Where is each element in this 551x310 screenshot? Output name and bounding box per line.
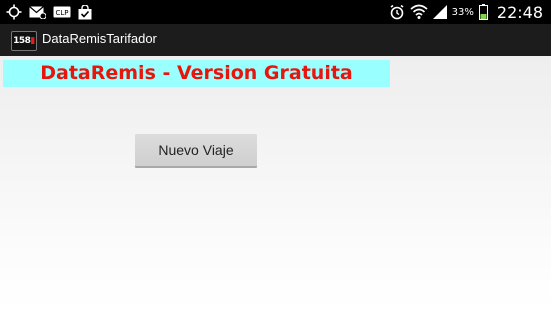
clip-icon: CLP xyxy=(53,6,71,18)
notification-icons: CLP xyxy=(6,3,92,21)
system-icons: 33% 22:48 xyxy=(389,0,543,24)
mail-icon xyxy=(29,5,46,19)
alarm-icon xyxy=(389,4,405,20)
action-bar: 158▮ DataRemisTarifador xyxy=(0,24,551,56)
clock-time: 22:48 xyxy=(496,2,543,22)
clip-label: CLP xyxy=(55,9,68,17)
app-title: DataRemisTarifador xyxy=(42,31,157,46)
gps-icon xyxy=(6,4,22,20)
status-bar: CLP 33% 22:48 xyxy=(0,0,551,24)
banner-text: DataRemis - Version Gratuita xyxy=(40,62,353,84)
app-icon[interactable]: 158▮ xyxy=(11,31,37,51)
new-trip-button[interactable]: Nuevo Viaje xyxy=(135,134,257,168)
signal-icon xyxy=(432,5,447,19)
app-icon-text: 158 xyxy=(13,36,31,46)
wifi-icon xyxy=(410,4,428,20)
battery-percent: 33% xyxy=(451,6,474,18)
battery-icon xyxy=(478,4,488,20)
shopping-bag-icon xyxy=(78,4,92,20)
version-banner: DataRemis - Version Gratuita xyxy=(3,60,390,87)
